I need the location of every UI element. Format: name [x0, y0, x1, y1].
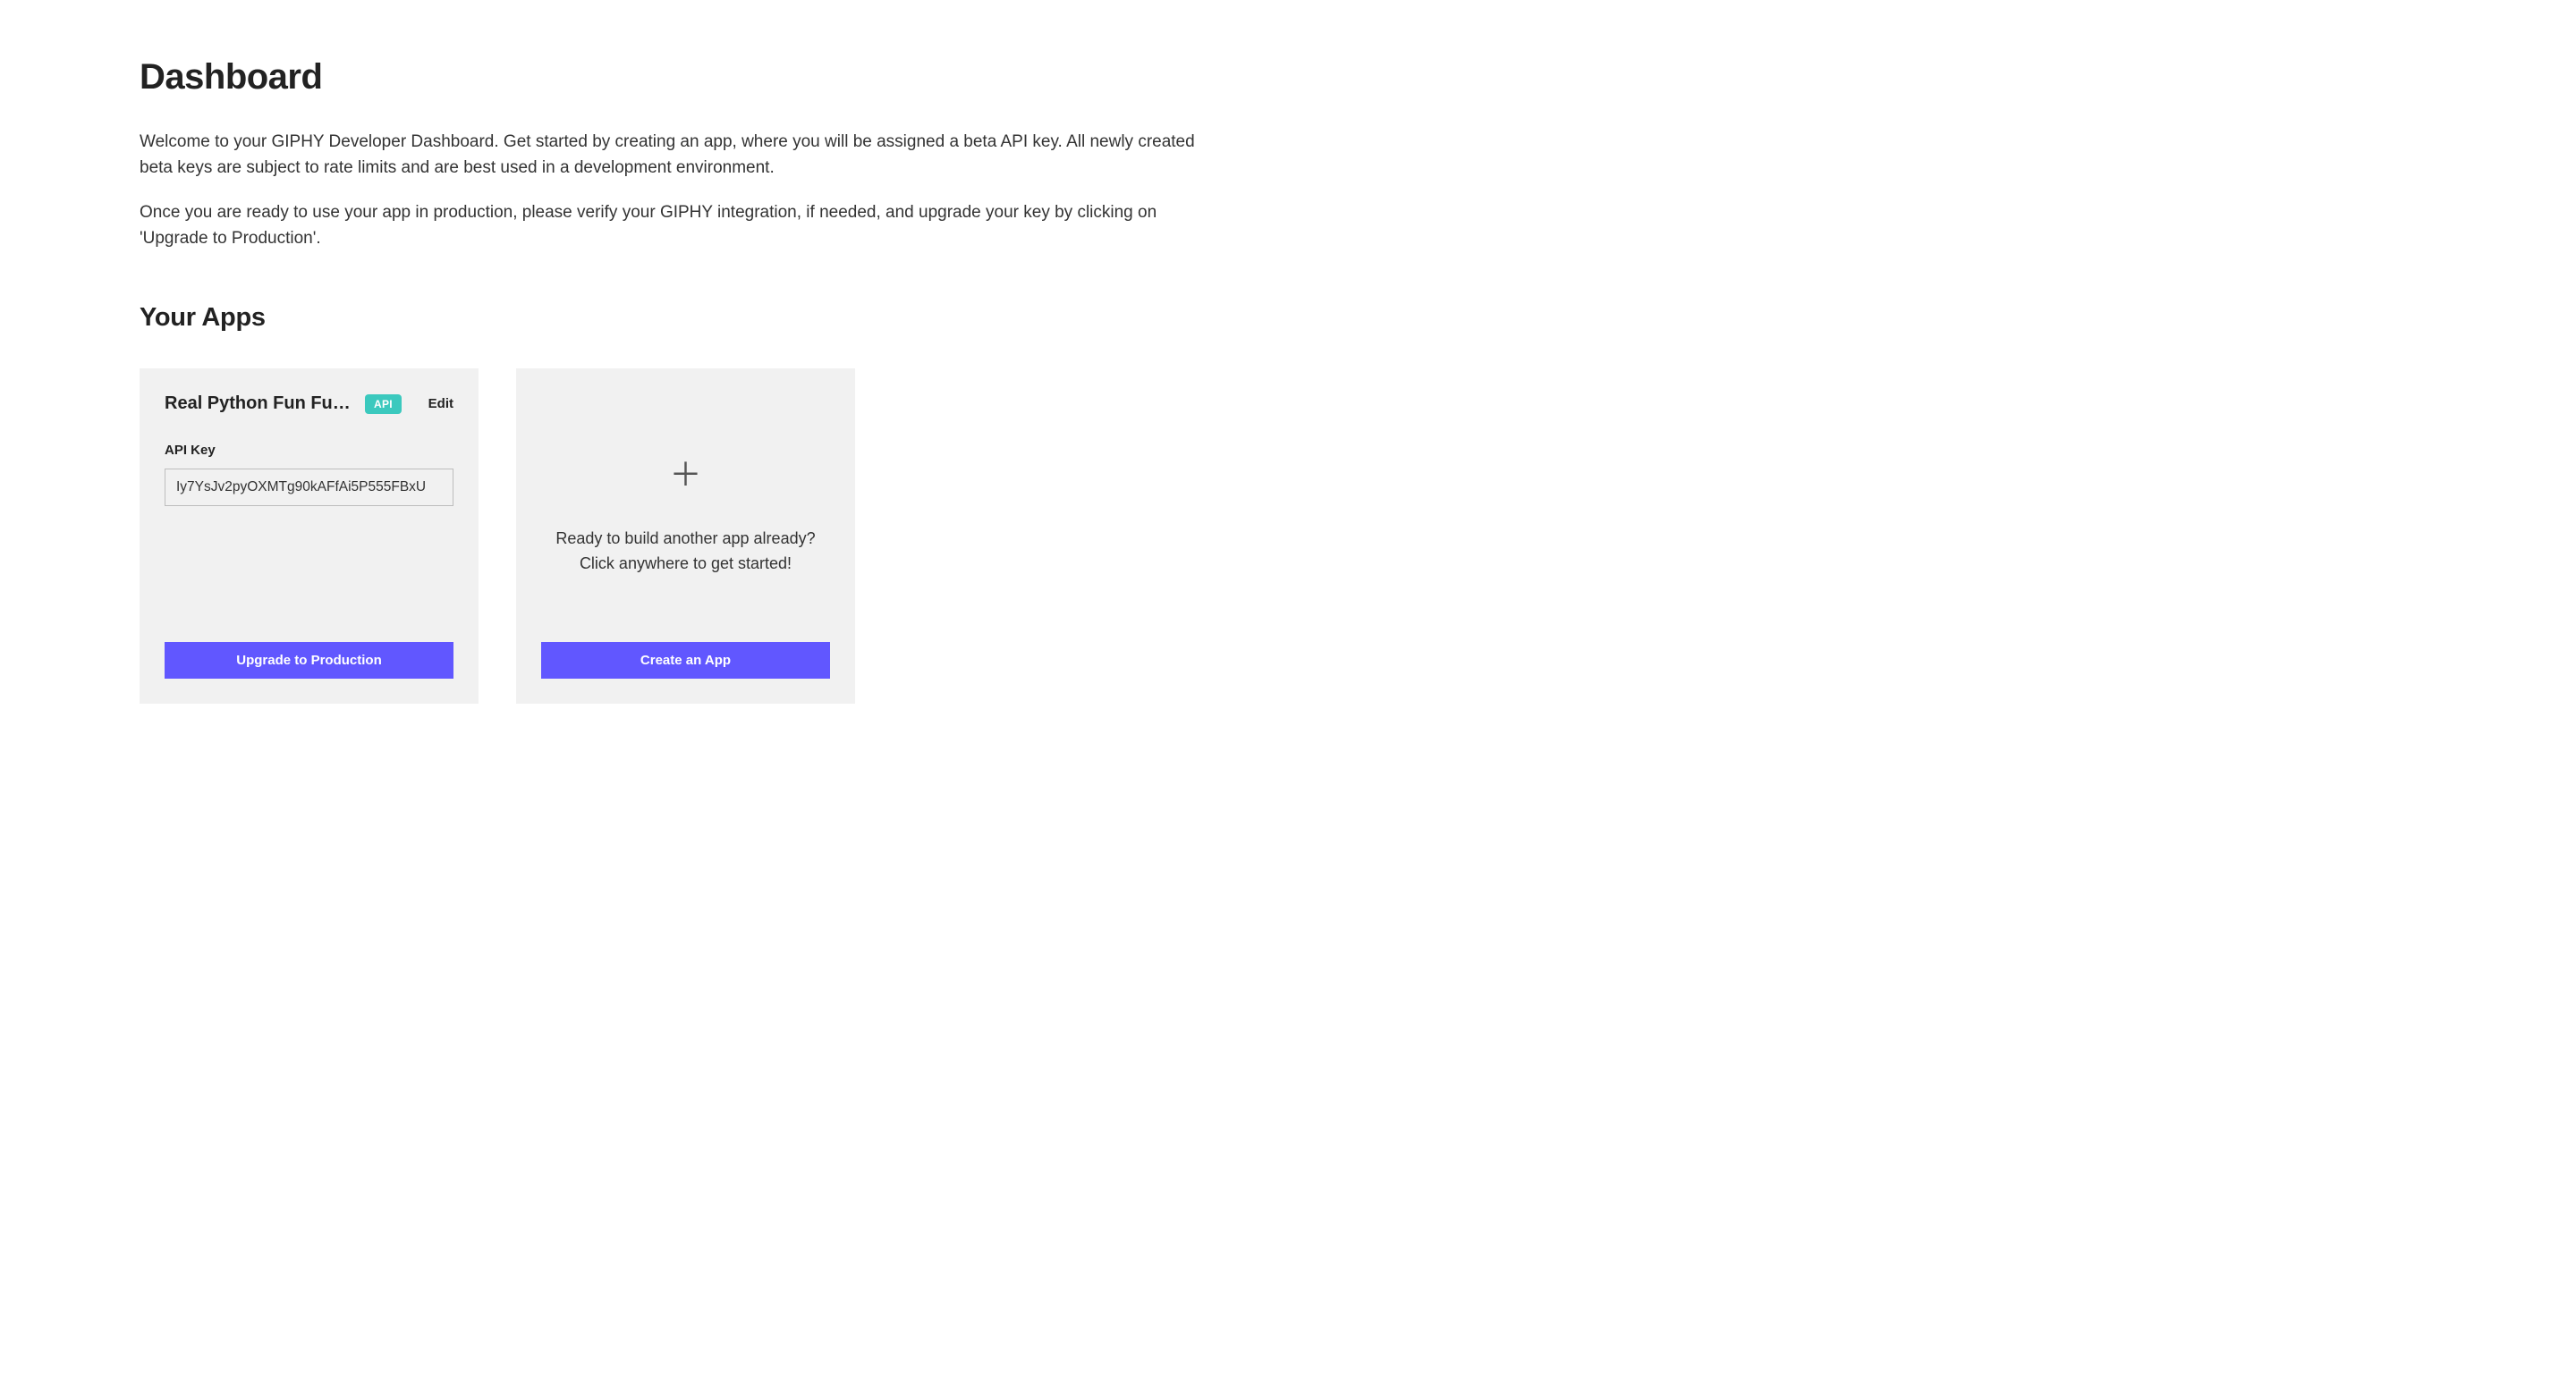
upgrade-to-production-button[interactable]: Upgrade to Production [165, 642, 453, 679]
intro-paragraph-1: Welcome to your GIPHY Developer Dashboar… [140, 130, 1213, 181]
app-card: Real Python Fun Fun F… API Edit API Key … [140, 368, 479, 704]
app-card-header: Real Python Fun Fun F… API Edit [165, 393, 453, 414]
api-key-label: API Key [165, 443, 453, 458]
create-app-line1: Ready to build another app already? [555, 527, 815, 552]
intro-paragraph-2: Once you are ready to use your app in pr… [140, 200, 1213, 251]
edit-link[interactable]: Edit [428, 396, 453, 411]
app-name: Real Python Fun Fun F… [165, 393, 352, 414]
api-key-field[interactable]: Iy7YsJv2pyOXMTg90kAFfAi5P555FBxU [165, 469, 453, 506]
page-title: Dashboard [140, 57, 2436, 97]
create-app-card[interactable]: ＋ Ready to build another app already? Cl… [516, 368, 855, 704]
api-badge: API [365, 394, 402, 414]
apps-cards-row: Real Python Fun Fun F… API Edit API Key … [140, 368, 2436, 704]
your-apps-heading: Your Apps [140, 303, 2436, 333]
create-app-content: ＋ Ready to build another app already? Cl… [555, 393, 815, 642]
create-app-line2: Click anywhere to get started! [555, 552, 815, 577]
create-app-text: Ready to build another app already? Clic… [555, 527, 815, 577]
create-an-app-button[interactable]: Create an App [541, 642, 830, 679]
plus-icon: ＋ [669, 459, 701, 491]
